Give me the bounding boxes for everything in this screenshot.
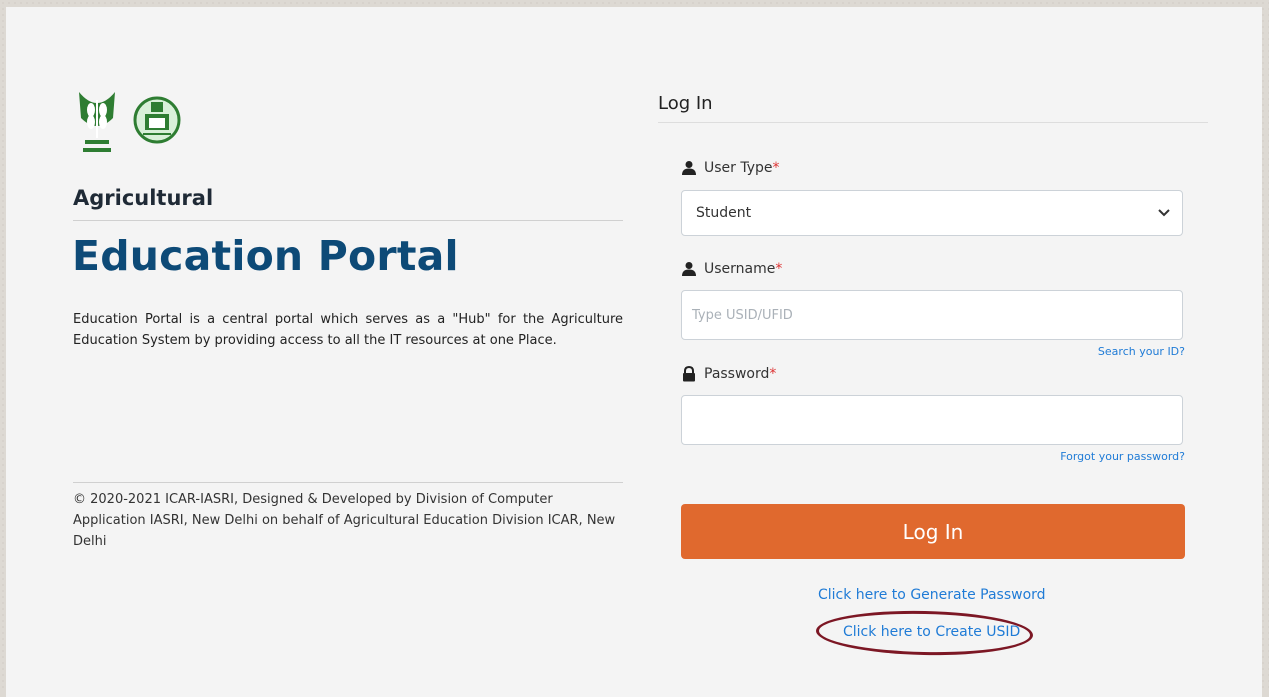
username-input[interactable]: Type USID/UFID — [681, 290, 1183, 340]
iasri-emblem-logo — [133, 96, 181, 144]
login-title: Log In — [658, 93, 1208, 123]
user-type-label-text: User Type — [704, 160, 773, 176]
password-label: Password* — [681, 366, 776, 382]
icar-logo — [79, 92, 115, 152]
portal-heading-small: Agricultural — [73, 186, 623, 221]
user-icon — [682, 161, 696, 175]
portal-description: Education Portal is a central portal whi… — [73, 312, 623, 348]
user-type-select[interactable]: Student — [681, 190, 1183, 236]
required-marker: * — [775, 261, 783, 277]
username-placeholder: Type USID/UFID — [692, 307, 793, 323]
username-label-text: Username — [704, 261, 776, 277]
logo-group — [73, 88, 181, 156]
password-label-text: Password — [704, 366, 770, 382]
login-button[interactable]: Log In — [681, 504, 1185, 559]
required-marker: * — [769, 366, 777, 382]
portal-heading-main: Education Portal — [72, 232, 459, 280]
username-label: Username* — [681, 261, 782, 277]
password-input[interactable] — [681, 395, 1183, 445]
search-id-link[interactable]: Search your ID? — [1098, 345, 1185, 358]
generate-password-link[interactable]: Click here to Generate Password — [818, 587, 1046, 603]
required-marker: * — [772, 160, 780, 176]
lock-icon — [683, 366, 695, 382]
user-icon — [682, 262, 696, 276]
user-type-label: User Type* — [681, 160, 780, 176]
copyright-text: © 2020-2021 ICAR-IASRI, Designed & Devel… — [73, 492, 616, 549]
chevron-down-icon — [1158, 209, 1170, 217]
footer-divider — [73, 482, 623, 483]
forgot-password-link[interactable]: Forgot your password? — [1060, 450, 1185, 463]
user-type-selected-value: Student — [696, 205, 752, 221]
